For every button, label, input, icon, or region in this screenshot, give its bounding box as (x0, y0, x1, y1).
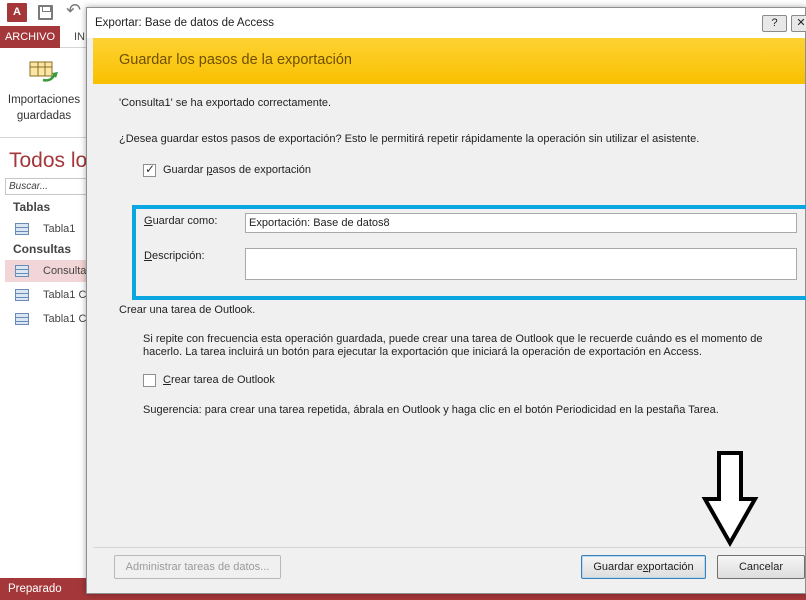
cancel-button[interactable]: Cancelar (717, 555, 805, 579)
nav-item-query-selected[interactable]: Consulta (5, 260, 90, 282)
save-export-button[interactable]: Guardar exportación (581, 555, 706, 579)
save-steps-label[interactable]: Guardar pasos de exportación (163, 164, 311, 176)
query-icon (15, 265, 29, 277)
table-icon (15, 223, 29, 235)
nav-title[interactable]: Todos lo (9, 149, 87, 173)
dialog-titlebar[interactable]: Exportar: Base de datos de Access ? ✕ (87, 8, 806, 38)
create-outlook-task-label[interactable]: Crear tarea de Outlook (163, 374, 275, 386)
down-arrow-annotation (701, 451, 759, 547)
footer-separator (93, 547, 805, 548)
access-app-icon[interactable]: A (7, 3, 27, 22)
outlook-section-title: Crear una tarea de Outlook. (119, 304, 256, 316)
save-steps-question: ¿Desea guardar estos pasos de exportació… (119, 133, 700, 145)
manage-data-tasks-button[interactable]: Administrar tareas de datos... (114, 555, 281, 579)
nav-search-input[interactable]: Buscar... (5, 178, 90, 195)
save-icon[interactable] (38, 5, 53, 20)
dialog-heading: Guardar los pasos de la exportación (119, 52, 352, 68)
saved-imports-button[interactable]: Importaciones guardadas (0, 48, 88, 128)
query-icon (15, 313, 29, 325)
nav-group-tables[interactable]: Tablas (13, 200, 50, 214)
tab-home[interactable]: IN (74, 26, 85, 48)
export-dialog: Exportar: Base de datos de Access ? ✕ Gu… (86, 7, 806, 594)
nav-item-query-3[interactable]: Tabla1 C (5, 308, 90, 330)
navigation-pane: Todos lo Buscar... Tablas Tabla1 Consult… (5, 145, 90, 575)
outlook-info-line2: hacerlo. La tarea incluirá un botón para… (143, 346, 702, 358)
saved-imports-label: Importaciones guardadas (7, 94, 81, 122)
outlook-info-line1: Si repite con frecuencia esta operación … (143, 333, 763, 345)
close-button[interactable]: ✕ (791, 15, 806, 32)
saved-imports-icon (29, 61, 58, 82)
query-icon (15, 289, 29, 301)
help-button[interactable]: ? (762, 15, 787, 32)
create-outlook-task-checkbox[interactable] (143, 374, 156, 387)
status-text: Preparado (8, 583, 62, 595)
description-input[interactable] (245, 248, 797, 280)
tab-file[interactable]: ARCHIVO (0, 26, 60, 48)
nav-item-table1[interactable]: Tabla1 (5, 218, 90, 240)
undo-icon[interactable]: ↶ (66, 0, 81, 21)
outlook-tip: Sugerencia: para crear una tarea repetid… (143, 404, 719, 416)
save-as-label: Guardar como: (144, 215, 218, 227)
nav-group-queries[interactable]: Consultas (13, 242, 71, 256)
save-as-input[interactable]: Exportación: Base de datos8 (245, 213, 797, 233)
save-steps-checkbox[interactable] (143, 162, 156, 177)
dialog-header-band: Guardar los pasos de la exportación (93, 38, 805, 84)
nav-item-query-2[interactable]: Tabla1 C (5, 284, 90, 306)
dialog-title: Exportar: Base de datos de Access (95, 17, 274, 29)
export-success-message: 'Consulta1' se ha exportado correctament… (119, 97, 332, 109)
description-label: Descripción: (144, 250, 205, 262)
